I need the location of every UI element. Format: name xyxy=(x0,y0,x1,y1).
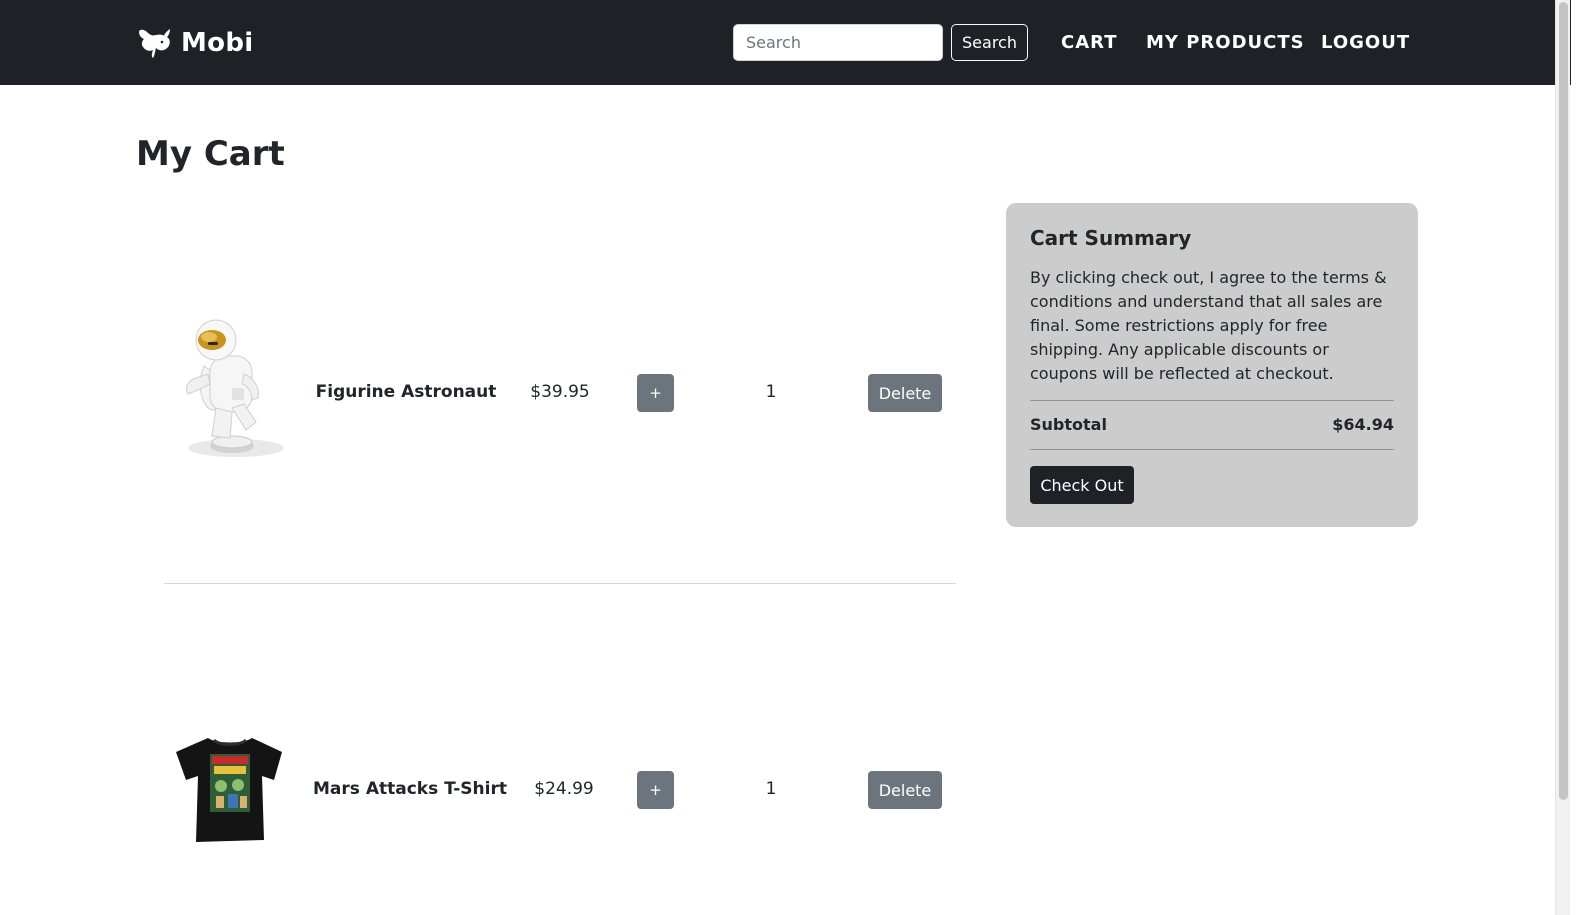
subtotal-value: $64.94 xyxy=(1332,415,1394,434)
nav-cart-link[interactable]: CART xyxy=(1061,30,1117,55)
astronaut-figurine-image xyxy=(174,318,286,462)
delete-item-button[interactable]: Delete xyxy=(868,771,942,809)
subtotal-label: Subtotal xyxy=(1030,415,1107,434)
navbar: Mobi Search CART MY PRODUCTS LOGOUT xyxy=(0,0,1571,85)
brand-name: Mobi xyxy=(181,28,254,58)
summary-title: Cart Summary xyxy=(1030,226,1192,250)
item-price: $24.99 xyxy=(534,779,594,799)
item-quantity: 1 xyxy=(765,779,777,799)
nav-logout-link[interactable]: LOGOUT xyxy=(1321,30,1410,55)
tshirt-image xyxy=(174,730,286,845)
delete-item-button[interactable]: Delete xyxy=(868,374,942,412)
cart-item: Figurine Astronaut $39.95 + 1 Delete xyxy=(164,202,956,584)
cart-item: Mars Attacks T-Shirt $24.99 + 1 Delete xyxy=(164,600,956,915)
increase-quantity-button[interactable]: + xyxy=(637,771,674,809)
nav-my-products-link[interactable]: MY PRODUCTS xyxy=(1146,30,1305,55)
whale-icon xyxy=(139,29,170,58)
divider xyxy=(1030,400,1394,401)
scrollbar-thumb[interactable] xyxy=(1559,2,1568,800)
item-name: Mars Attacks T-Shirt xyxy=(313,779,507,799)
item-quantity: 1 xyxy=(765,382,777,402)
divider xyxy=(1030,449,1394,450)
summary-terms: By clicking check out, I agree to the te… xyxy=(1030,268,1387,383)
page-title: My Cart xyxy=(136,134,285,174)
item-price: $39.95 xyxy=(530,382,590,402)
cart-summary: Cart Summary By clicking check out, I ag… xyxy=(1006,203,1418,527)
search-input[interactable] xyxy=(733,24,943,61)
brand-link[interactable]: Mobi xyxy=(136,26,253,60)
checkout-button[interactable]: Check Out xyxy=(1030,466,1134,504)
vertical-scrollbar[interactable] xyxy=(1555,0,1570,915)
item-name: Figurine Astronaut xyxy=(315,382,497,402)
search-button[interactable]: Search xyxy=(951,24,1028,61)
increase-quantity-button[interactable]: + xyxy=(637,374,674,412)
